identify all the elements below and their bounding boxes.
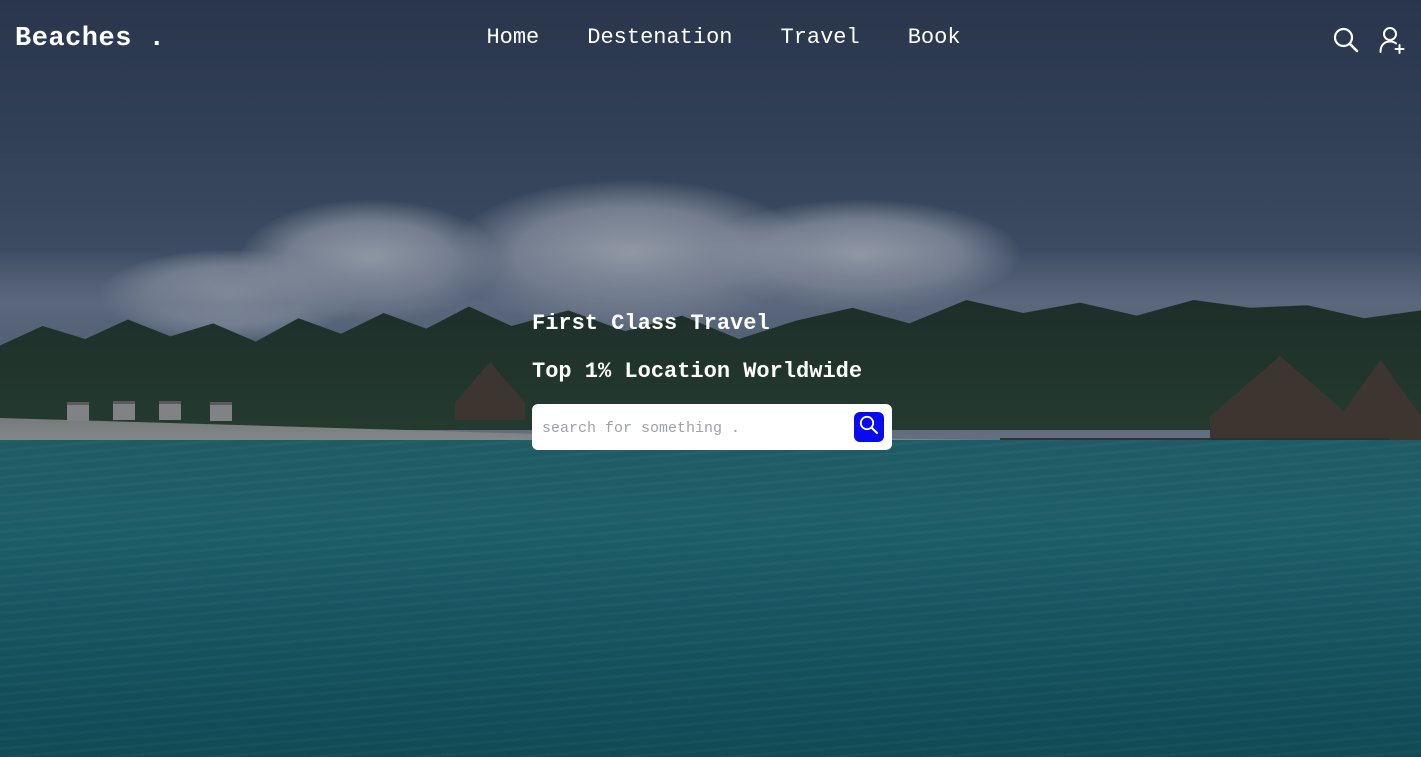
main-nav: Home Destenation Travel Book — [0, 25, 1421, 50]
hero-headline: First Class Travel — [532, 311, 770, 336]
site-header: Beaches . Home Destenation Travel Book — [0, 0, 1421, 82]
nav-item-book[interactable]: Book — [908, 25, 961, 50]
search-icon — [859, 415, 879, 440]
search-input[interactable] — [540, 412, 844, 444]
hero-page: Beaches . Home Destenation Travel Book F… — [0, 0, 1421, 757]
hero-content: First Class Travel Top 1% Location World… — [532, 308, 912, 450]
search-bar — [532, 404, 892, 450]
nav-item-destination[interactable]: Destenation — [587, 25, 732, 50]
header-actions — [1333, 26, 1405, 54]
hero-subheadline: Top 1% Location Worldwide — [532, 359, 863, 384]
search-icon[interactable] — [1333, 26, 1359, 54]
nav-item-travel[interactable]: Travel — [781, 25, 860, 50]
add-user-icon[interactable] — [1379, 26, 1405, 54]
nav-item-home[interactable]: Home — [486, 25, 539, 50]
search-button[interactable] — [854, 412, 884, 442]
